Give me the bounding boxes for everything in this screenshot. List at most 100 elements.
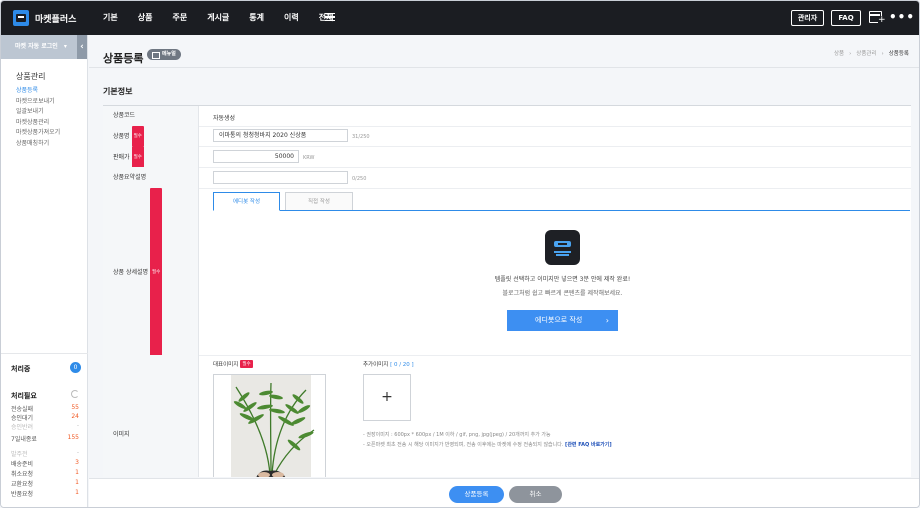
main-nav: 기본 상품 주문 게시글 통계 이력 전체	[103, 12, 354, 23]
stat-before-order[interactable]: 발주전 -	[11, 449, 79, 458]
save-button[interactable]: 상품등록	[449, 486, 504, 503]
sidebar-item-product-register[interactable]: 상품등록	[16, 85, 60, 96]
add-image-button[interactable]: +	[363, 374, 411, 421]
stat-value: -	[76, 449, 79, 456]
stat-label: 배송준비	[11, 461, 34, 468]
app-window: 마켓플러스 기본 상품 주문 게시글 통계 이력 전체 관리자 FAQ ••• …	[0, 0, 920, 508]
required-badge: 필수	[150, 188, 163, 357]
main-image-slot[interactable]	[213, 374, 326, 477]
breadcrumb-item[interactable]: 상품	[834, 51, 844, 57]
stat-value: 3	[75, 459, 79, 466]
chevron-right-icon: ›	[605, 316, 609, 325]
editor-promo-line1: 템플릿 선택하고 이미지만 넣으면 3분 안에 제작 완료!	[494, 276, 631, 283]
breadcrumb: 상품 › 상품관리 › 상품등록	[834, 49, 909, 57]
action-bar: 상품등록 취소	[89, 478, 919, 507]
plus-icon: +	[381, 389, 393, 405]
nav-item-order[interactable]: 주문	[172, 12, 187, 23]
nav-item-basic[interactable]: 기본	[103, 12, 118, 23]
add-window-icon[interactable]	[869, 11, 886, 25]
menu-hamburger-icon[interactable]	[325, 13, 335, 21]
breadcrumb-chevron-icon: ›	[881, 51, 884, 57]
breadcrumb-item[interactable]: 상품관리	[856, 51, 876, 57]
stat-label: 7일내종료	[11, 436, 37, 443]
sidebar-section-title: 상품관리	[16, 72, 46, 81]
stat-approval-rejected[interactable]: 승인반려 -	[11, 422, 79, 431]
admin-button[interactable]: 관리자	[791, 10, 824, 26]
processing-title: 처리중	[11, 365, 31, 373]
nav-item-product[interactable]: 상품	[138, 12, 153, 23]
extra-image-text: 추가이미지	[363, 362, 389, 368]
product-code-value: 자동생성	[213, 115, 236, 122]
label-image: 이미지	[103, 355, 199, 477]
nav-item-posts[interactable]: 게시글	[207, 12, 229, 23]
refresh-icon[interactable]	[71, 390, 79, 398]
stat-value: -	[76, 422, 79, 429]
stat-label: 취소요청	[11, 471, 34, 478]
market-logo-icon[interactable]	[13, 10, 29, 26]
stat-value: 1	[75, 479, 79, 486]
stat-value: 24	[71, 413, 79, 420]
summary-input[interactable]	[213, 171, 348, 184]
main-image-label: 대표이미지 필수	[213, 360, 253, 368]
sidebar-item-market-products[interactable]: 마켓상품관리	[16, 117, 60, 128]
nav-item-stats[interactable]: 통계	[249, 12, 264, 23]
label-product-code: 상품코드	[103, 106, 199, 126]
label-text: 판매가	[113, 154, 130, 161]
faq-link[interactable]: [관련 FAQ 바로가기]	[565, 442, 612, 448]
main-image-text: 대표이미지	[213, 362, 239, 368]
label-product-name: 상품명 필수	[103, 126, 199, 148]
market-auto-login-label: 마켓 자동 로그인	[15, 43, 58, 50]
editbot-write-button[interactable]: 에디봇으로 작성 ›	[507, 310, 618, 331]
faq-button[interactable]: FAQ	[831, 10, 861, 26]
stat-cancel-request[interactable]: 취소요청 1	[11, 469, 79, 478]
tab-underline	[213, 210, 910, 211]
row-divider	[103, 146, 911, 147]
main-image-fern-photo	[231, 375, 315, 477]
stat-label: 승인대기	[11, 415, 34, 422]
editor-promo-line2: 블로그처럼 쉽고 빠르게 콘텐츠를 제작해보세요.	[502, 290, 623, 297]
tab-direct[interactable]: 직접 작성	[285, 192, 353, 211]
dropdown-caret-icon: ▾	[63, 43, 67, 50]
price-input[interactable]: 50000	[213, 150, 299, 163]
stat-awaiting-approval[interactable]: 승인대기 24	[11, 413, 79, 422]
top-navigation-bar: 마켓플러스 기본 상품 주문 게시글 통계 이력 전체 관리자 FAQ •••	[1, 1, 919, 35]
stat-exchange-request[interactable]: 교환요청 1	[11, 479, 79, 488]
stat-shipping-prep[interactable]: 배송준비 3	[11, 459, 79, 468]
required-badge: 필수	[131, 126, 144, 148]
stat-value: 155	[67, 434, 79, 441]
cancel-button[interactable]: 취소	[509, 486, 562, 503]
app-name[interactable]: 마켓플러스	[35, 12, 76, 25]
page-title: 상품등록	[103, 52, 144, 65]
main-content: 상품등록 메뉴얼 상품 › 상품관리 › 상품등록 기본정보 상품코드 자동생성 상품명…	[89, 35, 919, 507]
sidebar-item-product-matching[interactable]: 상품매칭하기	[16, 138, 60, 149]
nav-item-history[interactable]: 이력	[284, 12, 299, 23]
stat-send-failed[interactable]: 전송실패 55	[11, 404, 79, 413]
sidebar-item-send-to-market[interactable]: 마켓으로보내기	[16, 96, 60, 107]
row-divider	[103, 188, 911, 189]
sidebar-collapse-icon[interactable]: ‹	[77, 35, 87, 59]
section-title: 기본정보	[103, 87, 133, 96]
tab-editor[interactable]: 에디봇 작성	[213, 192, 280, 211]
more-options-icon[interactable]: •••	[889, 10, 915, 24]
stat-label: 발주전	[11, 451, 28, 458]
extra-image-label: 추가이미지 [ 0 / 20 ]	[363, 360, 414, 368]
row-divider	[103, 355, 911, 356]
sidebar-divider	[1, 353, 88, 354]
stat-ending-7days[interactable]: 7일내종료 155	[11, 434, 79, 443]
label-summary: 상품요약설명	[103, 167, 199, 188]
manual-button[interactable]: 메뉴얼	[147, 49, 181, 60]
market-auto-login-dropdown[interactable]: 마켓 자동 로그인 ▾ ‹	[1, 35, 87, 59]
stat-label: 전송실패	[11, 406, 34, 413]
needs-processing-title: 처리필요	[11, 392, 37, 400]
stat-value: 1	[75, 489, 79, 496]
stat-label: 승인반려	[11, 424, 34, 431]
stat-value: 55	[71, 404, 79, 411]
stat-return-request[interactable]: 반품요청 1	[11, 489, 79, 498]
stat-label: 반품요청	[11, 491, 34, 498]
price-unit: KRW	[303, 155, 315, 161]
sidebar-item-bulk-send[interactable]: 일괄보내기	[16, 106, 60, 117]
processing-count-badge[interactable]: 0	[70, 362, 81, 373]
sidebar-item-import-products[interactable]: 마켓상품가져오기	[16, 127, 60, 138]
product-name-input[interactable]: 이마통의 청청청바지 2020 신상품	[213, 129, 348, 142]
stat-label: 교환요청	[11, 481, 34, 488]
